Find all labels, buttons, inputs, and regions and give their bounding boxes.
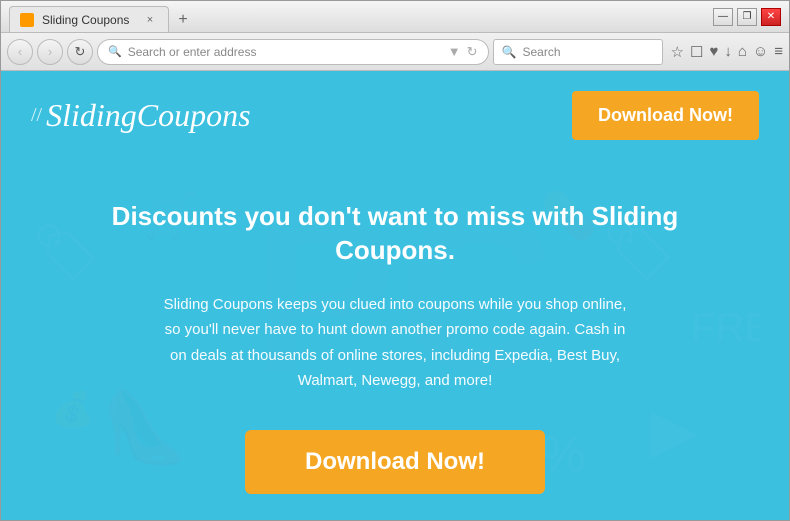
logo-slashes: // (31, 104, 42, 127)
close-button[interactable]: ✕ (761, 8, 781, 26)
home-icon[interactable]: ⌂ (738, 43, 747, 60)
bookmark-icon[interactable]: ☆ (671, 43, 684, 61)
address-placeholder-text: Search or enter address (128, 45, 442, 59)
menu-icon[interactable]: ≡ (774, 43, 783, 60)
search-bar[interactable]: 🔍 Search (493, 39, 663, 65)
page-content: PC 👠 🏷 🏷 ▶ % 🛒 💊 💰 FREE (1, 71, 789, 520)
main-description: Sliding Coupons keeps you clued into cou… (155, 292, 635, 394)
pocket-icon[interactable]: ♥ (709, 43, 718, 60)
address-lock-icon: 🔍 (108, 45, 122, 58)
main-headline: Discounts you don't want to miss with Sl… (61, 200, 729, 268)
search-magnifier-icon: 🔍 (502, 45, 517, 59)
window-controls: — ❐ ✕ (713, 8, 781, 26)
address-bar[interactable]: 🔍 Search or enter address ▼ ↻ (97, 39, 489, 65)
minimize-button[interactable]: — (713, 8, 733, 26)
profile-icon[interactable]: ☺ (753, 43, 768, 60)
main-download-button[interactable]: Download Now! (245, 430, 545, 494)
browser-window: Sliding Coupons × + — ❐ ✕ ‹ › ↻ 🔍 Search… (0, 0, 790, 521)
title-bar: Sliding Coupons × + — ❐ ✕ (1, 1, 789, 33)
tab-close-button[interactable]: × (142, 12, 158, 28)
forward-button[interactable]: › (37, 39, 63, 65)
site-wrapper: PC 👠 🏷 🏷 ▶ % 🛒 💊 💰 FREE (1, 71, 789, 520)
site-header: // SlidingCoupons Download Now! (1, 71, 789, 160)
download-indicator-icon[interactable]: ↓ (724, 43, 732, 60)
search-placeholder-text: Search (522, 45, 653, 59)
reload-button[interactable]: ↻ (67, 39, 93, 65)
back-button[interactable]: ‹ (7, 39, 33, 65)
restore-button[interactable]: ❐ (737, 8, 757, 26)
address-refresh-icon: ↻ (467, 44, 478, 60)
browser-tab[interactable]: Sliding Coupons × (9, 6, 169, 32)
site-logo: // SlidingCoupons (31, 97, 251, 134)
address-dropdown-icon: ▼ (448, 44, 461, 59)
tab-favicon (20, 13, 34, 27)
nav-icons-area: ☆ ☐ ♥ ↓ ⌂ ☺ ≡ (671, 43, 783, 61)
logo-text: SlidingCoupons (46, 97, 250, 134)
site-main: Discounts you don't want to miss with Sl… (1, 160, 789, 520)
tab-title: Sliding Coupons (42, 13, 129, 27)
page-icon[interactable]: ☐ (690, 43, 703, 61)
navigation-bar: ‹ › ↻ 🔍 Search or enter address ▼ ↻ 🔍 Se… (1, 33, 789, 71)
tab-area: Sliding Coupons × + (9, 1, 713, 32)
new-tab-button[interactable]: + (169, 8, 197, 32)
header-download-button[interactable]: Download Now! (572, 91, 759, 140)
